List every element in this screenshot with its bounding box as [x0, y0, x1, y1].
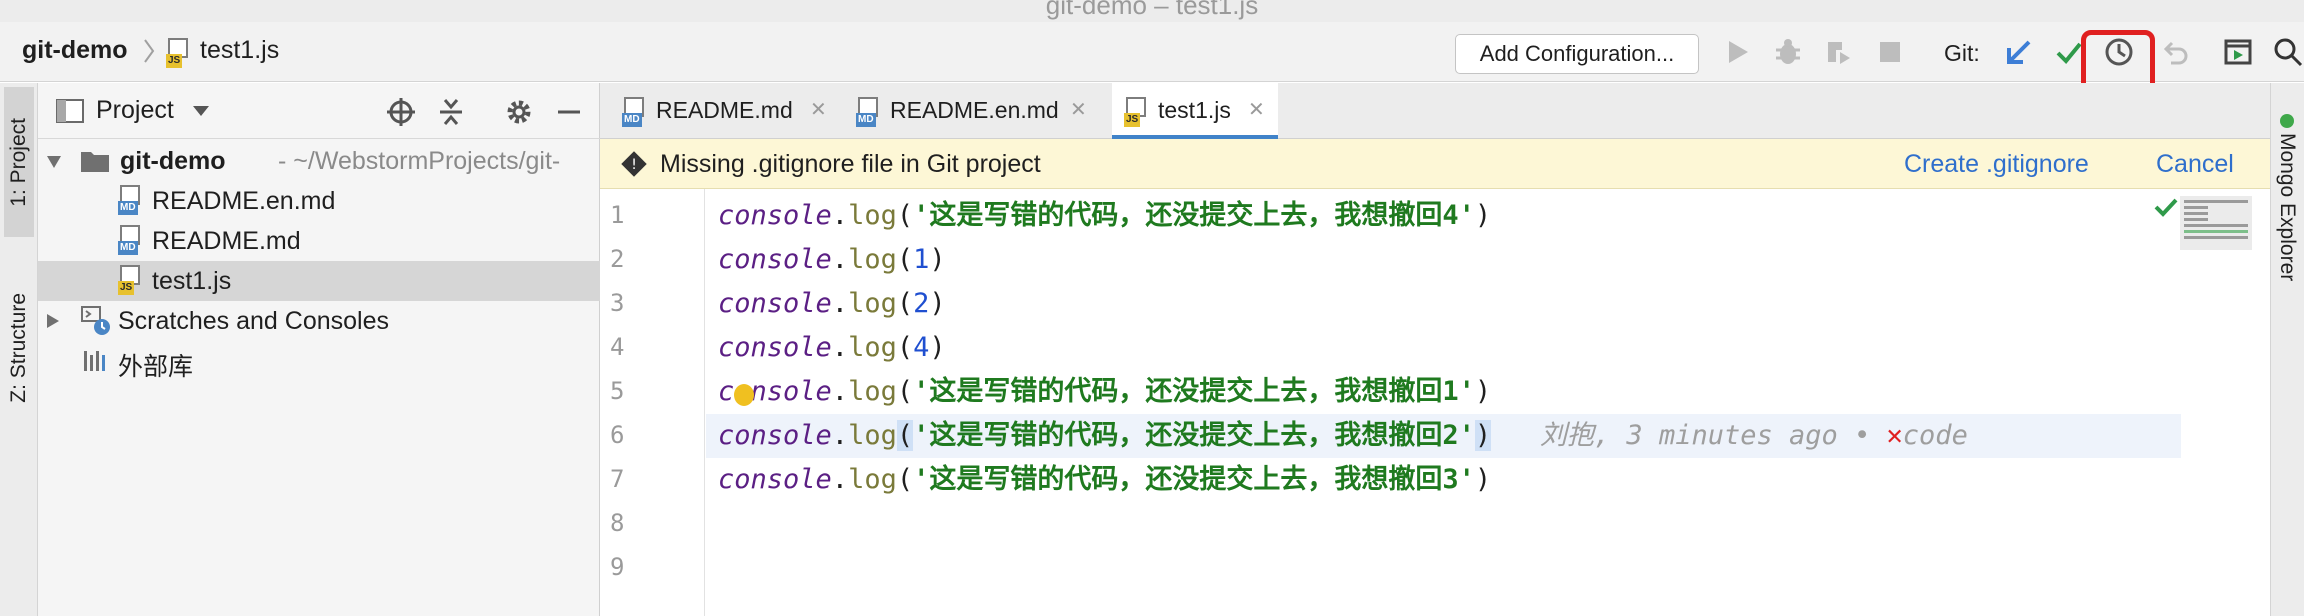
- tab-readme-en-md[interactable]: MD README.en.md ✕: [844, 83, 1104, 139]
- tree-item-label: 外部库: [118, 353, 194, 381]
- git-info-icon: !: [621, 151, 647, 177]
- tree-item-test1-js[interactable]: JS test1.js: [38, 261, 600, 301]
- code-line[interactable]: console.log(2): [718, 282, 946, 326]
- collapsed-arrow-icon[interactable]: [46, 313, 60, 329]
- git-update-icon[interactable]: [2003, 36, 2035, 68]
- close-icon[interactable]: ✕: [1248, 97, 1265, 122]
- library-icon: [84, 351, 105, 371]
- line-number: 8: [610, 509, 625, 537]
- create-gitignore-link[interactable]: Create .gitignore: [1904, 150, 2089, 179]
- mongo-leaf-icon: [2280, 114, 2294, 128]
- markdown-file-icon: MD: [118, 185, 142, 215]
- line-number: 9: [610, 553, 625, 581]
- minimize-icon[interactable]: [554, 97, 584, 127]
- tab-structure-tool[interactable]: Z: Structure: [4, 273, 34, 423]
- code-minimap[interactable]: [2180, 196, 2252, 250]
- navigation-bar: git-demo JS test1.js Add Configuration..…: [0, 22, 2304, 110]
- close-icon[interactable]: ✕: [1070, 97, 1087, 122]
- error-x-icon: ✕: [1886, 420, 1903, 451]
- tab-label: test1.js: [1158, 97, 1231, 123]
- tree-item-scratches[interactable]: Scratches and Consoles: [38, 301, 600, 341]
- line-number-gutter: 1 2 3 4 5 6 7 8 9: [600, 189, 705, 616]
- breadcrumb-project[interactable]: git-demo: [22, 36, 128, 65]
- search-icon[interactable]: [2272, 36, 2304, 68]
- close-icon[interactable]: ✕: [810, 97, 827, 122]
- project-panel: Project git-demo - ~/WebstormProjects/gi…: [38, 83, 600, 616]
- js-file-icon: JS: [118, 265, 142, 295]
- breadcrumb-separator-icon: [144, 39, 155, 63]
- markdown-file-icon: MD: [118, 225, 142, 255]
- gear-icon[interactable]: [504, 97, 534, 127]
- tree-item-label: README.md: [152, 227, 301, 255]
- tab-label: README.en.md: [890, 97, 1059, 123]
- window-title: git-demo – test1.js: [1045, 0, 1259, 20]
- scratches-icon: [81, 306, 110, 335]
- tab-readme-md[interactable]: MD README.md ✕: [610, 83, 834, 139]
- notification-banner: ! Missing .gitignore file in Git project…: [600, 139, 2270, 189]
- editor-tabs: MD README.md ✕ MD README.en.md ✕ JS test…: [600, 83, 2270, 139]
- code-line[interactable]: console.log('这是写错的代码，还没提交上去，我想撤回2') 刘抱, …: [718, 414, 1968, 458]
- stop-icon[interactable]: [1874, 36, 1906, 68]
- line-number: 6: [610, 421, 625, 449]
- tree-item-external-libraries[interactable]: 外部库: [38, 341, 600, 381]
- inspection-ok-icon[interactable]: [2154, 197, 2178, 217]
- lightbulb-icon[interactable]: [734, 384, 754, 406]
- cancel-link[interactable]: Cancel: [2156, 150, 2234, 179]
- coverage-icon[interactable]: [1822, 36, 1854, 68]
- add-configuration-button[interactable]: Add Configuration...: [1455, 34, 1699, 74]
- code-line[interactable]: console.log('这是写错的代码，还没提交上去，我想撤回1'): [718, 370, 1491, 414]
- tree-item-git-demo[interactable]: git-demo - ~/WebstormProjects/git-: [38, 141, 600, 181]
- tab-test1-js[interactable]: JS test1.js ✕: [1112, 83, 1278, 139]
- git-label: Git:: [1944, 40, 1980, 66]
- code-editor[interactable]: console.log('这是写错的代码，还没提交上去，我想撤回4') cons…: [706, 189, 2270, 616]
- project-panel-title[interactable]: Project: [96, 96, 174, 125]
- line-number: 3: [610, 289, 625, 317]
- rollback-icon[interactable]: [2158, 36, 2190, 68]
- folder-icon: [81, 152, 109, 172]
- tab-project-tool[interactable]: 1: Project: [4, 87, 34, 237]
- expanded-arrow-icon[interactable]: [46, 155, 62, 169]
- code-line[interactable]: console.log(4): [718, 326, 946, 370]
- js-file-icon: JS: [1124, 97, 1148, 127]
- line-number: 4: [610, 333, 625, 361]
- banner-message: Missing .gitignore file in Git project: [660, 150, 1041, 178]
- markdown-file-icon: MD: [622, 97, 646, 127]
- tab-label: README.md: [656, 97, 793, 123]
- line-number: 1: [610, 201, 625, 229]
- debug-icon[interactable]: [1772, 36, 1804, 68]
- tree-item-label: Scratches and Consoles: [118, 307, 389, 335]
- git-blame-annotation: 刘抱, 3 minutes ago • ✕code: [1539, 420, 1968, 451]
- tree-item-label: test1.js: [152, 267, 232, 295]
- ide-window: git-demo – test1.js git-demo JS test1.js…: [0, 0, 2304, 616]
- right-tool-stripe: Mongo Explorer: [2270, 83, 2304, 616]
- code-line[interactable]: console.log('这是写错的代码，还没提交上去，我想撤回3'): [718, 458, 1491, 502]
- breadcrumb-file[interactable]: test1.js: [200, 36, 279, 65]
- tree-item-label: git-demo: [120, 147, 226, 175]
- project-panel-header: Project: [38, 83, 600, 139]
- run-icon[interactable]: [1722, 36, 1754, 68]
- project-view-icon: [56, 99, 84, 123]
- js-file-icon: JS: [166, 38, 190, 68]
- code-line[interactable]: console.log('这是写错的代码，还没提交上去，我想撤回4'): [718, 194, 1491, 238]
- line-number: 5: [610, 377, 625, 405]
- line-number: 2: [610, 245, 625, 273]
- code-line[interactable]: console.log(1): [718, 238, 946, 282]
- tree-item-readme-en[interactable]: MD README.en.md: [38, 181, 600, 221]
- title-bar: git-demo – test1.js: [0, 0, 2304, 22]
- markdown-file-icon: MD: [856, 97, 880, 127]
- tree-item-readme[interactable]: MD README.md: [38, 221, 600, 261]
- collapse-all-icon[interactable]: [436, 97, 466, 127]
- tree-item-path: - ~/WebstormProjects/git-: [278, 147, 561, 175]
- presentation-icon[interactable]: [2222, 36, 2254, 68]
- tree-item-label: README.en.md: [152, 187, 336, 215]
- left-tool-stripe: 1: Project Z: Structure: [0, 83, 38, 616]
- tab-mongo-explorer[interactable]: Mongo Explorer: [2275, 133, 2299, 281]
- locate-icon[interactable]: [386, 97, 416, 127]
- svg-text:!: !: [631, 157, 637, 173]
- chevron-down-icon[interactable]: [192, 105, 210, 117]
- line-number: 7: [610, 465, 625, 493]
